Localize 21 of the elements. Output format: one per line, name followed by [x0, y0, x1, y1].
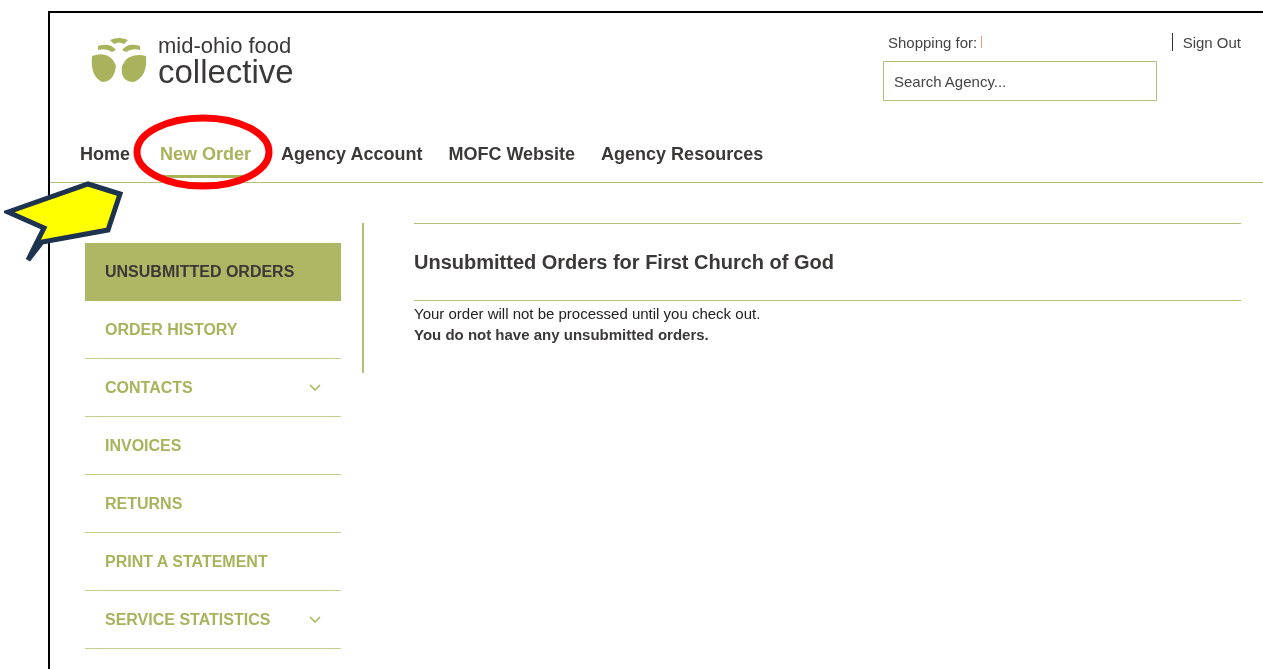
- sidebar-item[interactable]: RETURNS: [85, 475, 341, 533]
- nav-link[interactable]: Home: [80, 141, 130, 178]
- sidebar-item[interactable]: UNSUBMITTED ORDERS: [85, 243, 341, 301]
- info-text: Your order will not be processed until you check out.: [414, 305, 762, 322]
- nav-link[interactable]: Agency Resources: [601, 141, 764, 178]
- sidebar-item[interactable]: CONTACTS: [85, 359, 341, 417]
- sidebar-item[interactable]: PRINT A STATEMENT: [85, 533, 341, 591]
- logo-text: collective: [158, 54, 294, 88]
- sidebar-item[interactable]: INVOICES: [85, 417, 341, 475]
- chevron-down-icon: [309, 615, 321, 624]
- sidebar-item[interactable]: ORDER HISTORY: [85, 301, 341, 359]
- sidebar-item[interactable]: SERVICE STATISTICS: [85, 591, 341, 649]
- shopping-for-label: Shopping for:: [888, 33, 978, 51]
- search-agency-field[interactable]: Search Agency...: [883, 61, 1157, 101]
- sign-out-link[interactable]: Sign Out: [1182, 33, 1241, 51]
- page-heading: Unsubmitted Orders for First Church of God: [414, 224, 1241, 301]
- logo-text: mid-ohio food: [158, 34, 293, 57]
- chevron-down-icon: [309, 383, 321, 392]
- nav-link[interactable]: Agency Account: [281, 141, 423, 178]
- nav-link[interactable]: MOFC Website: [448, 141, 576, 178]
- empty-message: You do not have any unsubmitted orders.: [414, 326, 710, 343]
